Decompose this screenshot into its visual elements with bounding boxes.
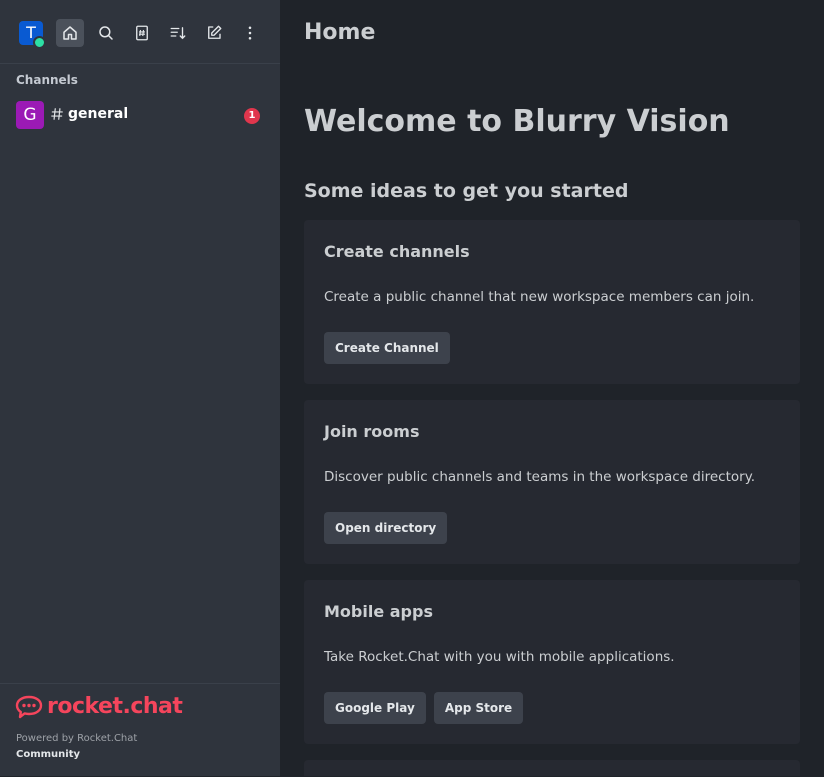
powered-by-text: Powered by Rocket.Chat (16, 733, 138, 744)
next-card-partial (304, 760, 800, 776)
unread-badge: 1 (244, 108, 260, 124)
sort-button[interactable] (164, 19, 192, 47)
search-icon (99, 26, 113, 40)
hashtag-icon (51, 108, 63, 120)
more-options-button[interactable] (236, 19, 264, 47)
home-icon (63, 26, 77, 40)
channels-section-label: Channels (16, 73, 78, 87)
room-avatar: G (16, 101, 44, 129)
sidebar-header: T (0, 0, 280, 64)
google-play-button[interactable]: Google Play (324, 692, 426, 724)
card-title: Mobile apps (324, 602, 433, 621)
open-directory-button[interactable]: Open directory (324, 512, 448, 544)
directory-icon (136, 25, 148, 41)
sidebar: T Channels G general 1 rocket.chat Power… (0, 0, 280, 776)
create-new-button[interactable] (200, 19, 228, 47)
logo-text: rocket.chat (47, 694, 183, 719)
ideas-heading: Some ideas to get you started (304, 180, 629, 202)
sort-icon (170, 27, 186, 40)
main-content: Home Welcome to Blurry Vision Some ideas… (280, 0, 824, 776)
room-name: general (68, 106, 129, 122)
card-description: Create a public channel that new workspa… (324, 289, 755, 305)
sidebar-item-general[interactable]: G general 1 (0, 100, 280, 130)
create-channel-button[interactable]: Create Channel (324, 332, 450, 364)
online-status-indicator (33, 36, 46, 49)
edition-label: Community (16, 749, 81, 760)
card-description: Take Rocket.Chat with you with mobile ap… (324, 649, 675, 665)
create-channels-card: Create channels Create a public channel … (304, 220, 800, 384)
kebab-menu-icon (248, 26, 252, 40)
join-rooms-card: Join rooms Discover public channels and … (304, 400, 800, 564)
card-description: Discover public channels and teams in th… (324, 469, 756, 485)
directory-button[interactable] (128, 19, 156, 47)
home-button[interactable] (56, 19, 84, 47)
card-title: Create channels (324, 242, 470, 261)
create-new-icon (208, 25, 222, 39)
sidebar-footer: rocket.chat Powered by Rocket.Chat Commu… (0, 683, 280, 777)
card-title: Join rooms (324, 422, 420, 441)
rocketchat-logo[interactable]: rocket.chat (15, 694, 183, 719)
search-button[interactable] (92, 19, 120, 47)
rocket-logo-icon (15, 695, 43, 718)
page-title: Home (304, 20, 376, 45)
mobile-apps-card: Mobile apps Take Rocket.Chat with you wi… (304, 580, 800, 744)
welcome-heading: Welcome to Blurry Vision (304, 104, 730, 139)
app-store-button[interactable]: App Store (433, 692, 524, 724)
